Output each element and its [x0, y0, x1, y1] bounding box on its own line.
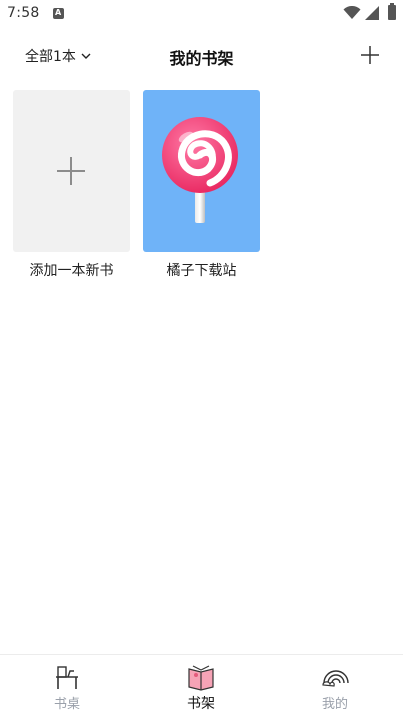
bookshelf-icon [188, 665, 214, 691]
add-book-tile[interactable]: 添加一本新书 [13, 90, 130, 280]
lollipop-icon [162, 117, 238, 223]
status-bar: 7:58 A [0, 0, 403, 28]
bottom-nav: 书桌 书架 我的 [0, 654, 403, 718]
book-tile[interactable]: 橘子下载站 [143, 90, 260, 280]
wifi-icon [343, 6, 361, 19]
add-book-cover [13, 90, 130, 252]
plus-icon[interactable] [359, 44, 381, 66]
nav-label-mine: 我的 [321, 697, 348, 712]
nav-label-desk: 书桌 [53, 697, 80, 712]
book-cover [143, 90, 260, 252]
nav-item-bookshelf[interactable]: 书架 [151, 655, 251, 718]
notification-icon: A [53, 8, 64, 19]
plus-icon [57, 157, 85, 185]
signal-icon [365, 6, 379, 20]
desk-icon [56, 666, 78, 689]
battery-icon [388, 3, 396, 20]
book-title: 橘子下载站 [166, 263, 237, 279]
nav-label-bookshelf: 书架 [187, 696, 215, 712]
status-time: 7:58 [7, 5, 40, 21]
nav-item-desk[interactable]: 书桌 [17, 655, 117, 718]
page-title: 我的书架 [169, 49, 234, 68]
profile-rainbow-icon [322, 670, 349, 687]
add-book-label: 添加一本新书 [29, 263, 114, 279]
nav-item-mine[interactable]: 我的 [285, 655, 385, 718]
header: 全部1本 我的书架 [0, 36, 403, 76]
